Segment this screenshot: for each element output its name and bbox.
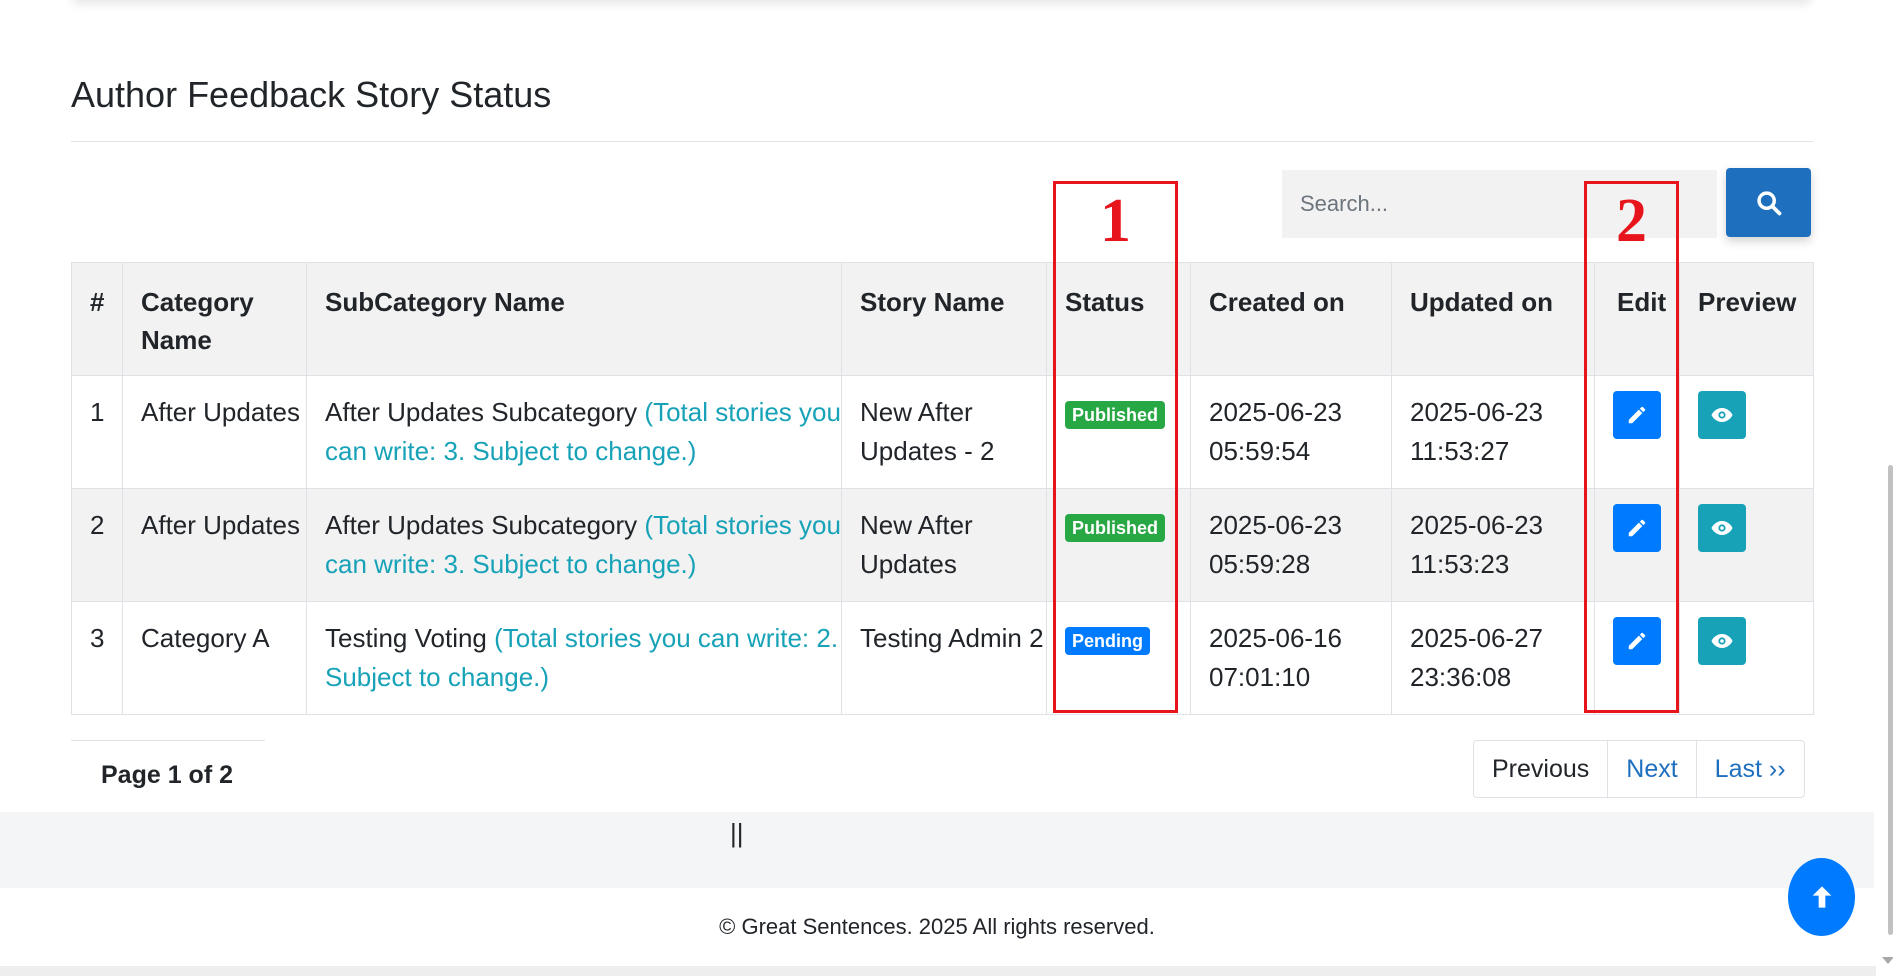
row-story: New After Updates bbox=[841, 488, 1047, 602]
preview-button[interactable] bbox=[1698, 617, 1746, 665]
previous-button[interactable]: Previous bbox=[1473, 740, 1609, 798]
row-updated: 2025-06-27 23:36:08 bbox=[1391, 601, 1595, 715]
row-category: After Updates bbox=[122, 375, 307, 489]
page-title: Author Feedback Story Status bbox=[71, 74, 552, 115]
row-created: 2025-06-23 05:59:54 bbox=[1190, 375, 1392, 489]
arrow-up-icon bbox=[1812, 886, 1831, 908]
row-subcategory: After Updates Subcategory (Total stories… bbox=[306, 488, 842, 602]
row-category: After Updates bbox=[122, 488, 307, 602]
eye-icon bbox=[1711, 521, 1733, 535]
header-subcategory: SubCategory Name bbox=[306, 262, 842, 376]
row-preview bbox=[1679, 375, 1814, 489]
preview-button[interactable] bbox=[1698, 504, 1746, 552]
row-preview bbox=[1679, 488, 1814, 602]
page-indicator: Page 1 of 2 bbox=[71, 740, 265, 812]
table-row: 1 After Updates After Updates Subcategor… bbox=[71, 375, 1814, 489]
table-row: 3 Category A Testing Voting (Total stori… bbox=[71, 601, 1814, 715]
row-updated: 2025-06-23 11:53:23 bbox=[1391, 488, 1595, 602]
footer-band bbox=[0, 812, 1874, 888]
row-num: 1 bbox=[71, 375, 123, 489]
row-updated: 2025-06-23 11:53:27 bbox=[1391, 375, 1595, 489]
row-created: 2025-06-23 05:59:28 bbox=[1190, 488, 1392, 602]
row-subcategory: Testing Voting (Total stories you can wr… bbox=[306, 601, 842, 715]
footer-copyright: © Great Sentences. 2025 All rights reser… bbox=[719, 914, 1155, 939]
window-bottom-edge bbox=[0, 966, 1876, 976]
annotation-box-1: 1 bbox=[1053, 181, 1178, 713]
row-story: Testing Admin 2 bbox=[841, 601, 1047, 715]
row-category: Category A bbox=[122, 601, 307, 715]
next-button[interactable]: Next bbox=[1607, 740, 1697, 798]
table-header-row: # Category Name SubCategory Name Story N… bbox=[71, 262, 1814, 376]
eye-icon bbox=[1711, 634, 1733, 648]
scroll-to-top-button[interactable] bbox=[1788, 858, 1855, 936]
row-num: 2 bbox=[71, 488, 123, 602]
header-num: # bbox=[71, 262, 123, 376]
annotation-box-2: 2 bbox=[1584, 181, 1679, 713]
table-row: 2 After Updates After Updates Subcategor… bbox=[71, 488, 1814, 602]
pagination: Previous Next Last ›› bbox=[1473, 740, 1805, 798]
divider-mark: || bbox=[730, 818, 744, 848]
preview-button[interactable] bbox=[1698, 391, 1746, 439]
subcategory-name: After Updates Subcategory bbox=[325, 510, 638, 540]
header-preview: Preview bbox=[1679, 262, 1814, 376]
search-button[interactable] bbox=[1726, 168, 1811, 237]
row-story: New After Updates - 2 bbox=[841, 375, 1047, 489]
scrollbar-thumb[interactable] bbox=[1888, 465, 1893, 935]
stories-table: # Category Name SubCategory Name Story N… bbox=[71, 262, 1814, 715]
header-story: Story Name bbox=[841, 262, 1047, 376]
search-icon bbox=[1756, 190, 1781, 215]
scroll-down-arrow-icon[interactable] bbox=[1882, 957, 1893, 964]
title-divider bbox=[71, 141, 1813, 142]
row-subcategory: After Updates Subcategory (Total stories… bbox=[306, 375, 842, 489]
subcategory-name: After Updates Subcategory bbox=[325, 397, 638, 427]
annotation-label-2: 2 bbox=[1616, 187, 1647, 255]
row-created: 2025-06-16 07:01:10 bbox=[1190, 601, 1392, 715]
header-created: Created on bbox=[1190, 262, 1392, 376]
row-num: 3 bbox=[71, 601, 123, 715]
header-category: Category Name bbox=[122, 262, 307, 376]
eye-icon bbox=[1711, 408, 1733, 422]
last-button[interactable]: Last ›› bbox=[1695, 740, 1805, 798]
subcategory-name: Testing Voting bbox=[325, 623, 487, 653]
header-updated: Updated on bbox=[1391, 262, 1595, 376]
row-preview bbox=[1679, 601, 1814, 715]
annotation-label-1: 1 bbox=[1100, 187, 1131, 255]
